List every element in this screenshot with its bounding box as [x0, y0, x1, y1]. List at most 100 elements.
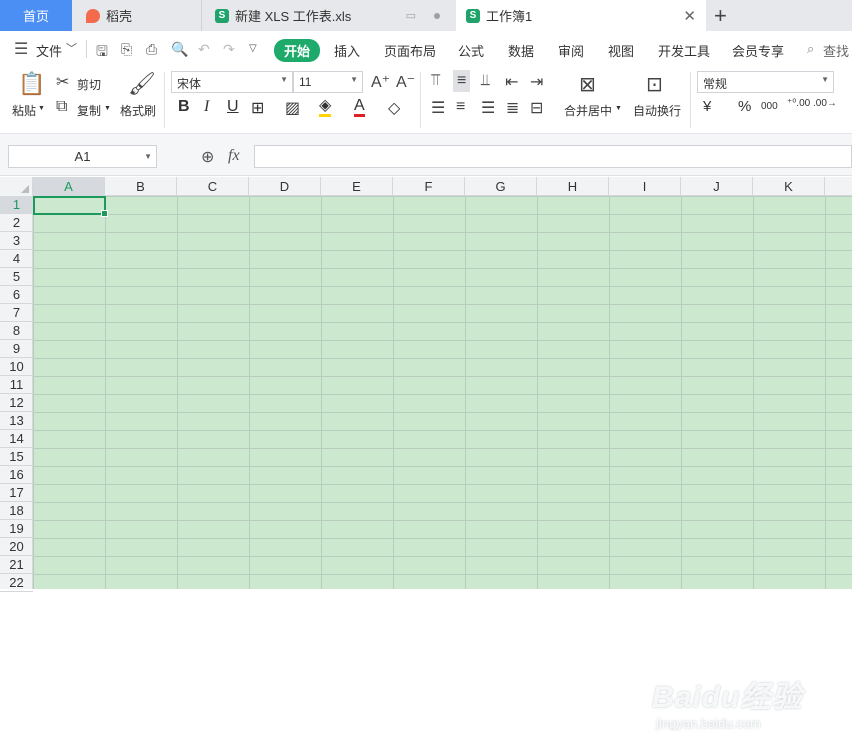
- menu-member[interactable]: 会员专享: [732, 41, 784, 60]
- decrease-indent-icon[interactable]: ⇤: [505, 72, 518, 92]
- clear-format-icon[interactable]: ◇: [388, 98, 400, 118]
- menu-review[interactable]: 审阅: [558, 41, 584, 60]
- row-header-7[interactable]: 7: [0, 304, 33, 322]
- undo-icon[interactable]: ↶: [198, 41, 210, 58]
- border-icon[interactable]: ⊞: [251, 98, 264, 118]
- chevron-down-icon[interactable]: ▼: [38, 105, 45, 112]
- merge-center-button[interactable]: 合并居中: [564, 102, 612, 119]
- font-size-decrease-icon[interactable]: A⁻: [396, 72, 415, 92]
- column-header-j[interactable]: J: [681, 177, 753, 196]
- font-size-select[interactable]: 11 ▼: [293, 71, 363, 93]
- format-painter-button[interactable]: 格式刷: [120, 102, 156, 119]
- save-icon[interactable]: 🖫: [96, 41, 108, 65]
- close-icon[interactable]: ✕: [683, 7, 696, 25]
- merge-center-icon[interactable]: ⊠: [579, 72, 596, 97]
- align-middle-icon[interactable]: ≡: [453, 70, 471, 92]
- column-header-c[interactable]: C: [177, 177, 249, 196]
- align-left-icon[interactable]: ☰: [431, 98, 445, 118]
- menu-data[interactable]: 数据: [508, 41, 534, 60]
- column-header-g[interactable]: G: [465, 177, 537, 196]
- row-header-21[interactable]: 21: [0, 556, 33, 574]
- column-header-d[interactable]: D: [249, 177, 321, 196]
- row-header-17[interactable]: 17: [0, 484, 33, 502]
- fill-color-icon[interactable]: ◈: [319, 98, 332, 117]
- increase-indent-icon[interactable]: ⇥: [530, 72, 543, 92]
- row-header-10[interactable]: 10: [0, 358, 33, 376]
- cut-button[interactable]: 剪切: [77, 76, 101, 93]
- paste-button[interactable]: 粘贴: [12, 102, 36, 119]
- tab-workbook1[interactable]: S 工作簿1 ✕: [456, 0, 706, 31]
- hamburger-icon[interactable]: ☰: [14, 39, 28, 59]
- wrap-text-icon[interactable]: ⊡: [646, 72, 663, 97]
- column-header-e[interactable]: E: [321, 177, 393, 196]
- decrease-decimal-icon[interactable]: .00→: [813, 98, 837, 109]
- format-painter-icon[interactable]: 🖌: [128, 71, 156, 97]
- row-header-4[interactable]: 4: [0, 250, 33, 268]
- formula-input[interactable]: [254, 145, 852, 168]
- select-all-corner[interactable]: [0, 177, 33, 196]
- row-header-20[interactable]: 20: [0, 538, 33, 556]
- row-header-3[interactable]: 3: [0, 232, 33, 250]
- search-box[interactable]: 查找: [823, 41, 849, 60]
- font-name-select[interactable]: 宋体 ▼: [171, 71, 293, 93]
- column-header-h[interactable]: H: [537, 177, 609, 196]
- increase-decimal-icon[interactable]: ⁺⁰.00: [787, 98, 810, 109]
- search-icon[interactable]: ⌕: [807, 41, 814, 57]
- align-top-icon[interactable]: ⫪: [431, 72, 440, 90]
- fill-pattern-icon[interactable]: ▨: [285, 98, 300, 118]
- column-header-f[interactable]: F: [393, 177, 465, 196]
- column-header-i[interactable]: I: [609, 177, 681, 196]
- tab-docer[interactable]: 稻壳: [72, 0, 202, 31]
- row-header-18[interactable]: 18: [0, 502, 33, 520]
- chevron-down-icon[interactable]: ﹀: [66, 40, 77, 56]
- row-header-6[interactable]: 6: [0, 286, 33, 304]
- menu-formulas[interactable]: 公式: [458, 41, 484, 60]
- tab-xls-file[interactable]: S 新建 XLS 工作表.xls ▭: [203, 0, 456, 31]
- distribute-icon[interactable]: ⊟: [530, 98, 543, 118]
- zoom-icon[interactable]: ⊕: [201, 147, 214, 167]
- tab-home[interactable]: 首页: [0, 0, 72, 31]
- chevron-down-icon[interactable]: ▼: [615, 105, 622, 112]
- font-color-icon[interactable]: A: [354, 98, 365, 117]
- menu-view[interactable]: 视图: [608, 41, 634, 60]
- underline-icon[interactable]: U: [227, 98, 239, 116]
- row-header-19[interactable]: 19: [0, 520, 33, 538]
- align-bottom-icon[interactable]: ⫫: [481, 72, 490, 90]
- monitor-icon[interactable]: ▭: [406, 9, 416, 22]
- copy-icon[interactable]: ⧉: [56, 98, 67, 116]
- row-header-12[interactable]: 12: [0, 394, 33, 412]
- font-size-increase-icon[interactable]: A⁺: [371, 72, 390, 92]
- row-header-14[interactable]: 14: [0, 430, 33, 448]
- print-preview-icon[interactable]: 🔍: [171, 41, 188, 58]
- selected-cell[interactable]: [33, 196, 108, 217]
- column-header-a[interactable]: A: [33, 177, 105, 196]
- row-header-16[interactable]: 16: [0, 466, 33, 484]
- row-header-13[interactable]: 13: [0, 412, 33, 430]
- percent-button[interactable]: %: [738, 98, 751, 115]
- chevron-down-icon[interactable]: ▼: [104, 105, 111, 112]
- align-right-icon[interactable]: ☰: [481, 98, 495, 118]
- currency-button[interactable]: ¥: [703, 98, 711, 115]
- new-tab-plus-icon[interactable]: +: [714, 3, 727, 29]
- column-header-k[interactable]: K: [753, 177, 825, 196]
- export-pdf-icon[interactable]: ⎘: [121, 41, 132, 58]
- bold-icon[interactable]: B: [178, 98, 190, 116]
- menu-insert[interactable]: 插入: [334, 41, 360, 60]
- menu-developer[interactable]: 开发工具: [658, 41, 710, 60]
- menu-start[interactable]: 开始: [274, 39, 321, 62]
- row-header-11[interactable]: 11: [0, 376, 33, 394]
- wrap-text-button[interactable]: 自动换行: [633, 102, 681, 119]
- redo-icon[interactable]: ↷: [223, 41, 235, 58]
- row-header-15[interactable]: 15: [0, 448, 33, 466]
- customize-dropdown-icon[interactable]: ▽: [249, 43, 257, 54]
- print-icon[interactable]: ⎙: [146, 41, 157, 58]
- menu-page-layout[interactable]: 页面布局: [384, 41, 436, 60]
- fx-icon[interactable]: fx: [228, 147, 240, 165]
- file-menu[interactable]: 文件: [36, 41, 62, 60]
- row-header-5[interactable]: 5: [0, 268, 33, 286]
- column-header-b[interactable]: B: [105, 177, 177, 196]
- copy-button[interactable]: 复制: [77, 102, 101, 119]
- align-center-icon[interactable]: ≡: [456, 98, 465, 116]
- row-header-8[interactable]: 8: [0, 322, 33, 340]
- scissors-icon[interactable]: ✂: [56, 72, 69, 92]
